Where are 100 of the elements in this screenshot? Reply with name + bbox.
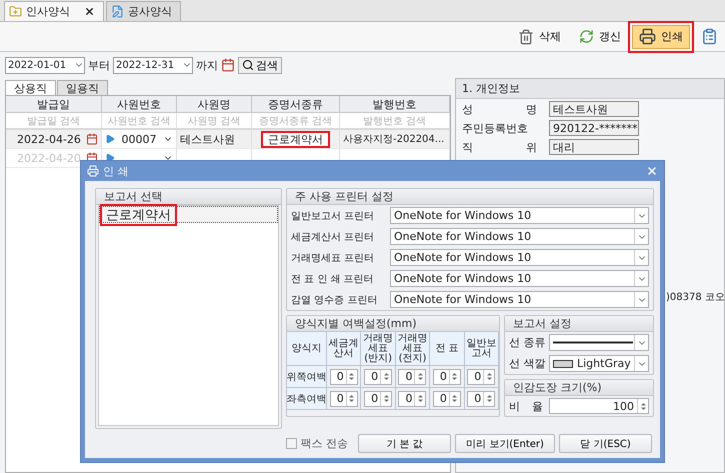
number-field[interactable]: 0 — [398, 368, 426, 384]
group-title: 보고서 선택 — [96, 189, 281, 205]
printer-select[interactable]: OneNote for Windows 10 — [390, 291, 649, 308]
spinner-arrows-icon[interactable] — [384, 394, 389, 403]
group-title: 주 사용 프린터 설정 — [287, 189, 653, 205]
printer-select[interactable]: OneNote for Windows 10 — [390, 228, 649, 245]
document-tab[interactable]: 공사양식 — [106, 1, 181, 21]
dialog-button[interactable]: 기 본 값 — [358, 434, 451, 453]
printer-label: 감열 영수증 프린터 — [291, 294, 378, 306]
to-label: 까지 — [196, 58, 218, 72]
number-field[interactable]: 0 — [432, 368, 461, 384]
dialog-button[interactable]: 닫 기(ESC) — [559, 434, 652, 453]
table-cell[interactable]: 00007 — [102, 130, 177, 149]
number-field[interactable]: 0 — [467, 390, 496, 406]
input-field[interactable]: 테스트사원 — [549, 101, 639, 117]
tab-label: 공사양식 — [128, 4, 172, 19]
cell-text: 사용자지정-202204... — [343, 133, 444, 146]
column-header: 양식지 — [287, 332, 327, 366]
report-item-label: 근로계약서 — [100, 204, 177, 226]
row-header: 좌측여백 — [287, 388, 327, 410]
field-label: 비 율 — [509, 398, 543, 414]
input-field[interactable]: 920122-******* — [549, 120, 639, 136]
input-field[interactable]: 대리 — [549, 139, 639, 155]
column-header: 발행번호 — [340, 96, 450, 113]
from-label: 부터 — [88, 58, 110, 72]
number-field[interactable]: 0 — [398, 390, 426, 406]
spinner-arrows-icon[interactable] — [418, 394, 423, 403]
field-label: 직 위 — [462, 140, 537, 154]
date-field[interactable]: 2022-01-01 — [5, 56, 85, 74]
row-header: 위쪽여백 — [287, 366, 327, 388]
refresh-icon — [579, 29, 594, 44]
dialog-button[interactable]: 미리 보기(Enter) — [455, 434, 555, 453]
search-button[interactable]: 검색 — [238, 56, 282, 74]
calendar-icon[interactable] — [221, 58, 235, 72]
field-label: 선 종류 — [509, 335, 543, 350]
spinner-arrows-icon[interactable] — [349, 372, 354, 381]
number-field[interactable]: 0 — [330, 368, 358, 384]
spinner-arrows-icon[interactable] — [640, 402, 646, 410]
column-header: 발급일 — [6, 96, 102, 113]
group-title: 인감도장 크기(%) — [505, 380, 653, 396]
column-header: 증명서종류 — [252, 96, 340, 113]
number-field[interactable]: 0 — [364, 368, 392, 384]
calendar-icon[interactable] — [86, 133, 98, 145]
cell-text: 테스트사원 — [180, 132, 235, 146]
line-style-select[interactable] — [549, 334, 649, 351]
report-item[interactable]: 근로계약서 — [99, 206, 278, 223]
color-name: LightGray — [577, 357, 631, 370]
number-field[interactable]: 0 — [467, 368, 496, 384]
sub-tab[interactable]: 일용직 — [57, 80, 108, 95]
spinner-arrows-icon[interactable] — [486, 394, 492, 403]
cell-text: 2022-04-20 — [17, 152, 81, 164]
section-header: 1. 개인정보 — [456, 79, 724, 99]
printer-icon — [639, 28, 656, 45]
date-field[interactable]: 2022-12-31 — [113, 56, 193, 74]
document-icon — [111, 5, 124, 18]
folder-icon — [9, 5, 22, 18]
document-tab[interactable]: 인사양식 — [4, 1, 104, 21]
group-title: 보고서 설정 — [505, 316, 653, 332]
printer-select[interactable]: OneNote for Windows 10 — [390, 207, 649, 224]
number-field[interactable]: 0 — [364, 390, 392, 406]
column-header: 사원명 — [177, 96, 252, 113]
fax-checkbox[interactable]: 팩스 전송 — [286, 436, 348, 451]
toolbar-button[interactable]: 갱신 — [572, 24, 628, 48]
column-header: 거래명세표(반지) — [361, 332, 396, 366]
clipboard-icon — [701, 28, 718, 45]
spinner-arrows-icon[interactable] — [349, 394, 354, 403]
line-sample-icon — [553, 341, 633, 344]
spinner-arrows-icon[interactable] — [384, 372, 389, 381]
printer-label: 거래명세표 프린터 — [291, 252, 376, 264]
dialog-title: 인 쇄 — [103, 164, 128, 178]
printer-select[interactable]: OneNote for Windows 10 — [390, 270, 649, 287]
cell-text: 2022-04-26 — [17, 132, 81, 146]
group-title: 양식지별 여백설정(mm) — [287, 316, 499, 332]
cell-text: 00007 — [122, 132, 156, 146]
printer-label: 세금계산서 프린터 — [291, 230, 376, 244]
column-header: 세금계산서 — [327, 332, 362, 366]
cell-text: 근로계약서 — [261, 130, 330, 148]
spinner-arrows-icon[interactable] — [486, 372, 492, 381]
sub-tab[interactable]: 상용직 — [5, 80, 56, 95]
spinner-arrows-icon[interactable] — [452, 394, 458, 403]
spinner-arrows-icon[interactable] — [452, 372, 458, 381]
printer-label: 전 표 인 쇄 프린터 — [291, 272, 375, 286]
tab-label: 인사양식 — [26, 4, 70, 19]
line-color-select[interactable]: LightGray — [549, 355, 649, 372]
field-label: 주민등록번호 — [462, 120, 529, 136]
column-header: 전 표 — [430, 332, 465, 366]
printer-select[interactable]: OneNote for Windows 10 — [390, 249, 649, 266]
toolbar-button[interactable]: 삭제 — [511, 24, 568, 48]
printer-label: 일반보고서 프린터 — [291, 210, 376, 222]
color-swatch-icon — [553, 360, 573, 368]
column-header: 일반보고서 — [464, 332, 499, 366]
spinner-arrows-icon[interactable] — [418, 372, 423, 381]
number-field[interactable]: 0 — [432, 390, 461, 406]
trash-icon — [518, 28, 534, 44]
printer-icon — [87, 165, 99, 177]
number-field[interactable]: 0 — [330, 390, 358, 406]
field-label: 선 색깔 — [509, 356, 543, 371]
close-icon[interactable] — [84, 6, 95, 17]
number-field[interactable]: 100 — [549, 398, 649, 414]
column-header: 거래명세표(전지) — [396, 332, 430, 366]
